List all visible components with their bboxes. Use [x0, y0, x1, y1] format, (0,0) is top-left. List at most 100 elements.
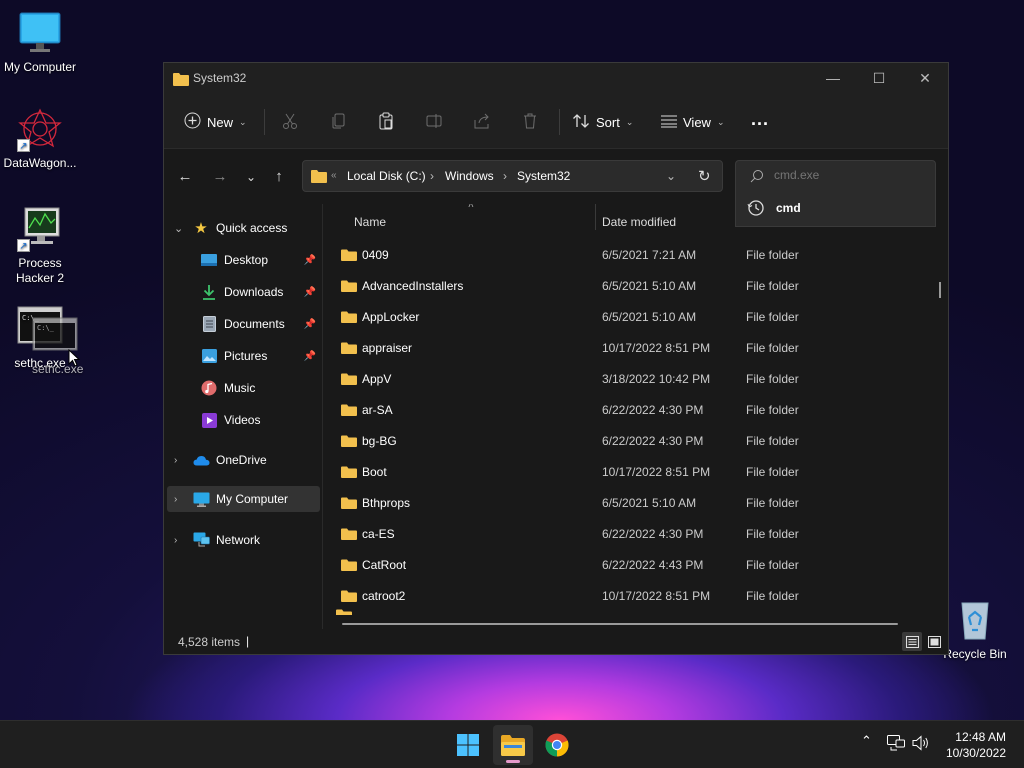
new-button[interactable]: New ⌄ — [184, 109, 247, 135]
nav-network[interactable]: › Network — [164, 527, 320, 553]
breadcrumb-windows[interactable]: Windows — [445, 169, 494, 183]
nav-item-desktop[interactable]: Desktop 📌 — [164, 247, 320, 273]
process-hacker-icon: ↗ — [17, 206, 63, 252]
back-button[interactable]: ← — [174, 166, 196, 188]
pin-icon[interactable]: 📌 — [304, 319, 316, 330]
table-row[interactable]: catroot2 10/17/2022 8:51 PM File folder — [336, 581, 936, 612]
nav-item-downloads[interactable]: Downloads 📌 — [164, 279, 320, 305]
nav-item-documents[interactable]: Documents 📌 — [164, 311, 320, 337]
table-row[interactable]: 0409 6/5/2021 7:21 AM File folder — [336, 240, 936, 271]
horizontal-scrollbar-thumb[interactable] — [342, 623, 898, 625]
table-row[interactable]: Bthprops 6/5/2021 5:10 AM File folder — [336, 488, 936, 519]
nav-my-computer[interactable]: › My Computer — [167, 486, 320, 512]
column-divider[interactable] — [595, 204, 596, 230]
file-type: File folder — [746, 434, 799, 448]
nav-item-videos[interactable]: Videos — [164, 407, 320, 433]
copy-button[interactable] — [330, 109, 348, 135]
breadcrumb-separator-icon[interactable]: › — [430, 169, 434, 183]
volume-icon[interactable] — [912, 735, 930, 754]
table-row[interactable]: Boot 10/17/2022 8:51 PM File folder — [336, 457, 936, 488]
more-options-button[interactable]: ... — [751, 106, 769, 132]
nav-quick-access[interactable]: ⌄ ★ Quick access — [164, 215, 320, 241]
expand-chevron-right-icon[interactable]: › — [174, 455, 177, 466]
nav-item-pictures[interactable]: Pictures 📌 — [164, 343, 320, 369]
explorer-body: ⌄ ★ Quick access Desktop 📌 Downloads 📌 D… — [164, 204, 948, 629]
network-status-icon[interactable] — [887, 735, 905, 754]
monitor-icon — [17, 10, 63, 56]
address-history-chevron-icon[interactable]: ⌄ — [666, 169, 676, 183]
folder-icon — [341, 590, 357, 602]
vertical-scrollbar-thumb[interactable] — [939, 282, 941, 298]
sort-button[interactable]: Sort ⌄ — [572, 109, 633, 135]
overflow-chevrons-icon[interactable]: « — [331, 170, 337, 181]
column-header-name[interactable]: Name — [354, 207, 386, 237]
table-row[interactable]: AdvancedInstallers 6/5/2021 5:10 AM File f… — [336, 271, 936, 302]
details-view-button[interactable] — [902, 632, 922, 651]
share-button[interactable] — [473, 109, 491, 135]
nav-label: Pictures — [224, 349, 268, 363]
table-row[interactable]: ca-ES 6/22/2022 4:30 PM File folder — [336, 519, 936, 550]
breadcrumb-separator-icon[interactable]: › — [503, 169, 507, 183]
pin-icon[interactable]: 📌 — [304, 287, 316, 298]
file-date-modified: 10/17/2022 8:51 PM — [602, 465, 711, 479]
expand-chevron-down-icon[interactable]: ⌄ — [174, 222, 183, 235]
paste-button[interactable] — [377, 109, 395, 135]
minimize-button[interactable]: — — [810, 63, 856, 95]
search-box[interactable] — [735, 160, 936, 192]
file-type: File folder — [746, 558, 799, 572]
maximize-button[interactable]: ☐ — [856, 63, 902, 95]
pin-icon[interactable]: 📌 — [304, 351, 316, 362]
table-row[interactable]: CatRoot 6/22/2022 4:43 PM File folder — [336, 550, 936, 581]
table-row[interactable]: AppV 3/18/2022 10:42 PM File folder — [336, 364, 936, 395]
delete-button[interactable] — [521, 109, 539, 135]
expand-chevron-right-icon[interactable]: › — [174, 494, 177, 505]
system-clock[interactable]: 12:48 AM 10/30/2022 — [946, 729, 1006, 761]
show-hidden-icons-chevron-icon[interactable]: ⌃ — [861, 733, 872, 749]
taskbar-file-explorer[interactable] — [493, 725, 533, 765]
large-icons-view-button[interactable] — [924, 632, 944, 651]
file-name: CatRoot — [362, 558, 407, 572]
search-input[interactable] — [774, 168, 924, 182]
view-label: View — [683, 114, 711, 130]
table-row[interactable]: appraiser 10/17/2022 8:51 PM File folder — [336, 333, 936, 364]
forward-button[interactable]: → — [209, 166, 231, 188]
rename-button[interactable] — [425, 109, 443, 135]
desktop-icon-my-computer[interactable]: My Computer — [0, 10, 80, 75]
command-bar: New ⌄ Sort ⌄ View ⌄ ... — [164, 95, 948, 149]
table-row[interactable]: ar-SA 6/22/2022 4:30 PM File folder — [336, 395, 936, 426]
taskbar-chrome[interactable] — [537, 725, 577, 765]
status-separator: | — [246, 634, 250, 648]
nav-label: My Computer — [216, 492, 289, 506]
chevron-down-icon: ⌄ — [245, 170, 257, 184]
file-date-modified: 6/5/2021 7:21 AM — [602, 248, 697, 262]
up-button[interactable]: ↑ — [268, 166, 290, 188]
file-date-modified: 6/22/2022 4:30 PM — [602, 527, 704, 541]
nav-item-music[interactable]: Music — [164, 375, 320, 401]
plus-circle-icon — [184, 112, 201, 132]
expand-chevron-right-icon[interactable]: › — [174, 535, 177, 546]
search-suggestion-item[interactable]: cmd — [736, 191, 935, 225]
column-header-date-modified[interactable]: Date modified — [602, 207, 676, 237]
breadcrumb-system32[interactable]: System32 — [517, 169, 570, 183]
desktop-icon-datawagon[interactable]: ↗ DataWagon... — [0, 106, 80, 171]
nav-onedrive[interactable]: › OneDrive — [164, 447, 320, 473]
recent-locations-button[interactable]: ⌄ — [240, 166, 262, 188]
file-type: File folder — [746, 341, 799, 355]
start-button[interactable] — [448, 725, 488, 765]
cut-button[interactable] — [281, 109, 299, 135]
breadcrumb-local-disk[interactable]: Local Disk (C:) — [347, 169, 426, 183]
table-row[interactable]: bg-BG 6/22/2022 4:30 PM File folder — [336, 426, 936, 457]
address-bar[interactable]: « Local Disk (C:) › Windows › System32 ⌄… — [302, 160, 723, 192]
desktop-icon-process-hacker[interactable]: ↗ Process Hacker 2 — [0, 206, 80, 286]
folder-icon — [341, 280, 357, 292]
view-button[interactable]: View ⌄ — [661, 109, 725, 135]
pictures-icon — [200, 348, 218, 364]
refresh-icon[interactable]: ↻ — [698, 167, 711, 185]
close-button[interactable]: ✕ — [902, 63, 948, 95]
table-row[interactable]: AppLocker 6/5/2021 5:10 AM File folder — [336, 302, 936, 333]
tiles-view-icon — [927, 635, 941, 648]
pin-icon[interactable]: 📌 — [304, 255, 316, 266]
taskbar: ⌃ 12:48 AM 10/30/2022 — [0, 720, 1024, 768]
folder-icon — [173, 72, 189, 89]
title-bar[interactable]: System32 — ☐ ✕ — [164, 63, 948, 95]
